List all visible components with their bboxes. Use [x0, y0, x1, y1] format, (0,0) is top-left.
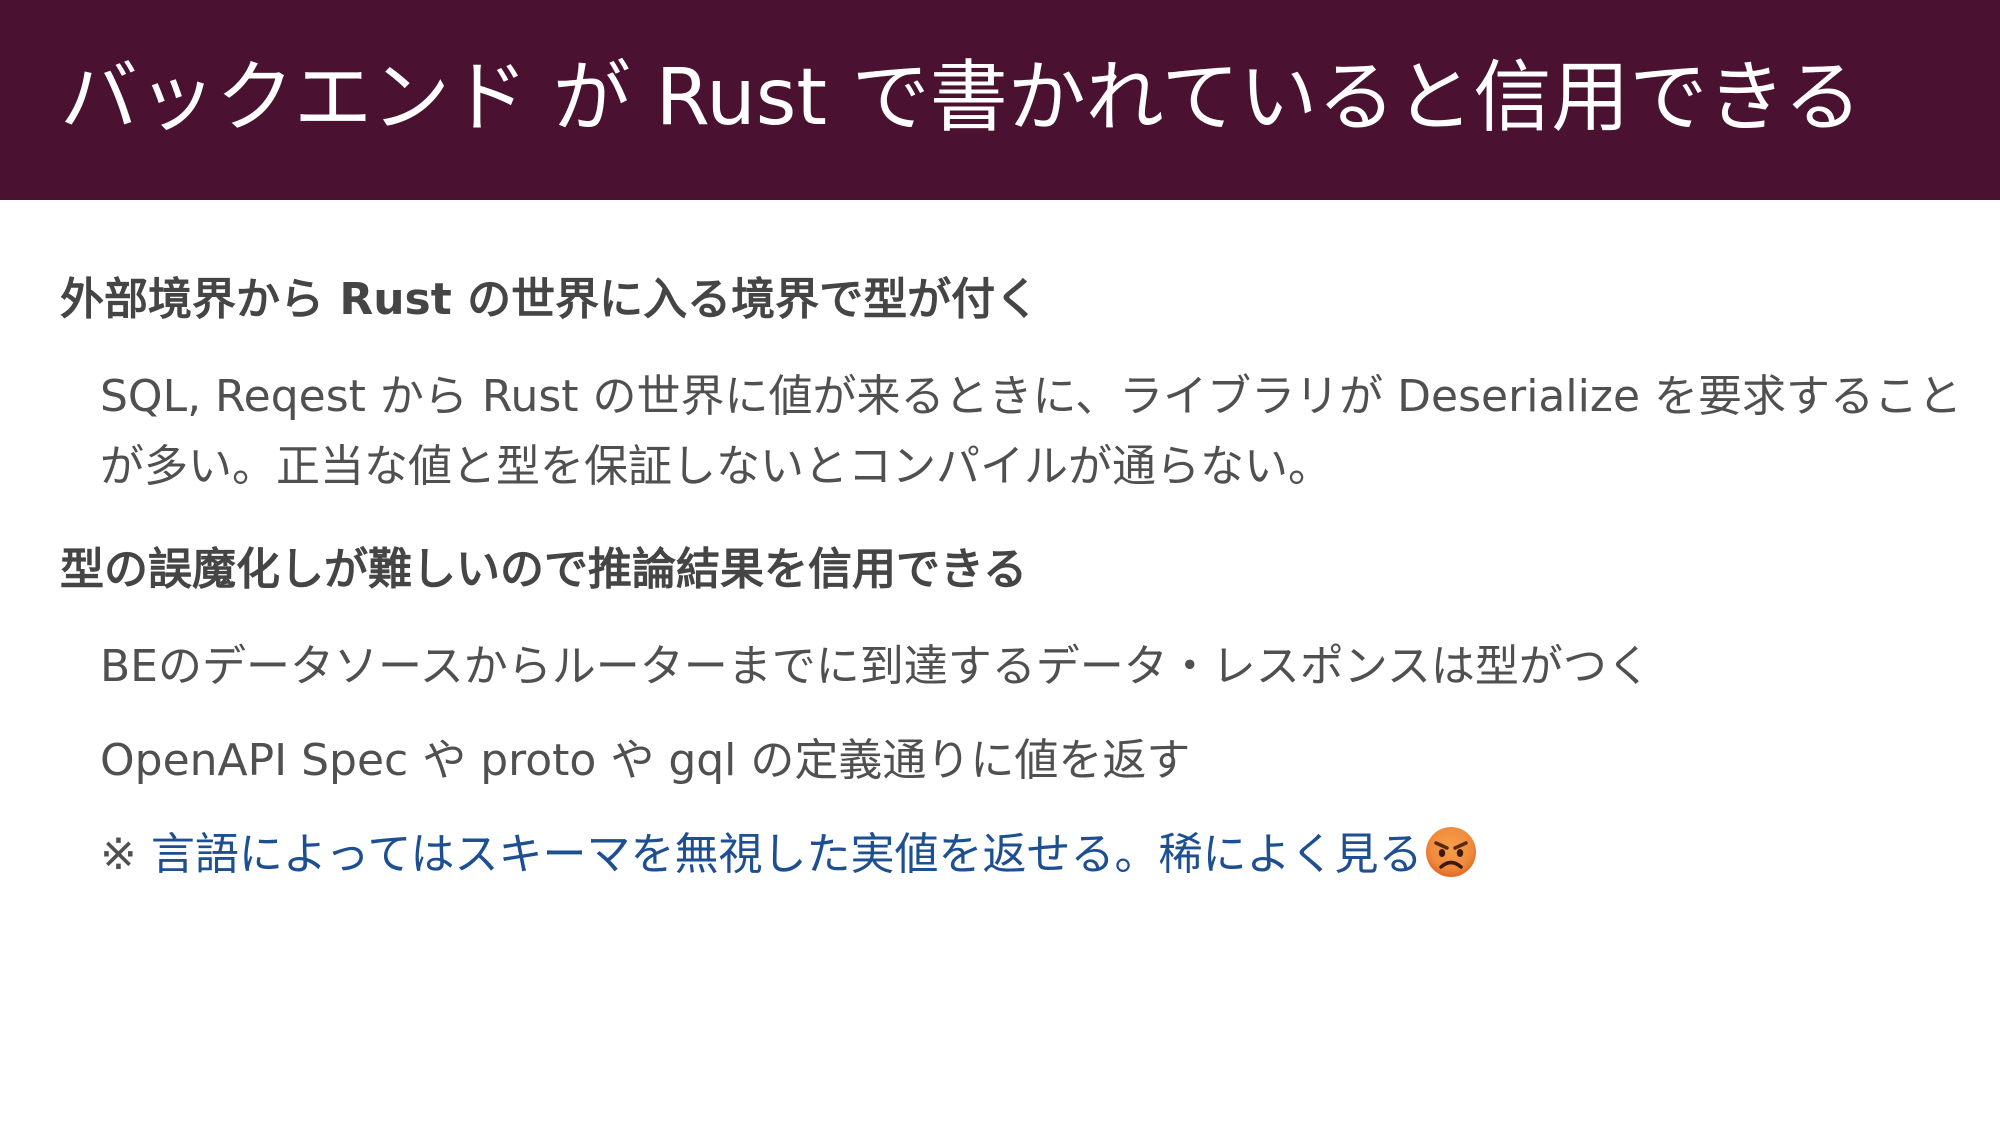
- slide-title: バックエンド が Rust で書かれていると信用できる: [60, 53, 1862, 143]
- bullet-spec-definition: OpenAPI Spec や proto や gql の定義通りに値を返す: [100, 735, 1191, 786]
- note-mark: ※: [100, 829, 137, 880]
- slide: バックエンド が Rust で書かれていると信用できる 外部境界から Rust …: [0, 0, 2000, 1125]
- note-text: 言語によってはスキーマを無視した実値を返せる。稀によく見る: [150, 829, 1423, 880]
- angry-face-icon: [1426, 827, 1477, 877]
- bullet-be-response-types: BEのデータソースからルーターまでに到達するデータ・レスポンスは型がつく: [100, 641, 1651, 692]
- title-bar: バックエンド が Rust で書かれていると信用できる: [0, 0, 2000, 200]
- section-heading-boundary-types: 外部境界から Rust の世界に入る境界で型が付く: [60, 274, 1040, 325]
- deserialize-paragraph: SQL, Reqest から Rust の世界に値が来るときに、ライブラリが D…: [100, 371, 1962, 492]
- slide-content: 外部境界から Rust の世界に入る境界で型が付く SQL, Reqest から…: [60, 268, 1970, 890]
- section-heading-inference-trust: 型の誤魔化しが難しいので推論結果を信用できる: [60, 544, 1028, 595]
- note-line: ※ 言語によってはスキーマを無視した実値を返せる。稀によく見る: [60, 820, 1970, 890]
